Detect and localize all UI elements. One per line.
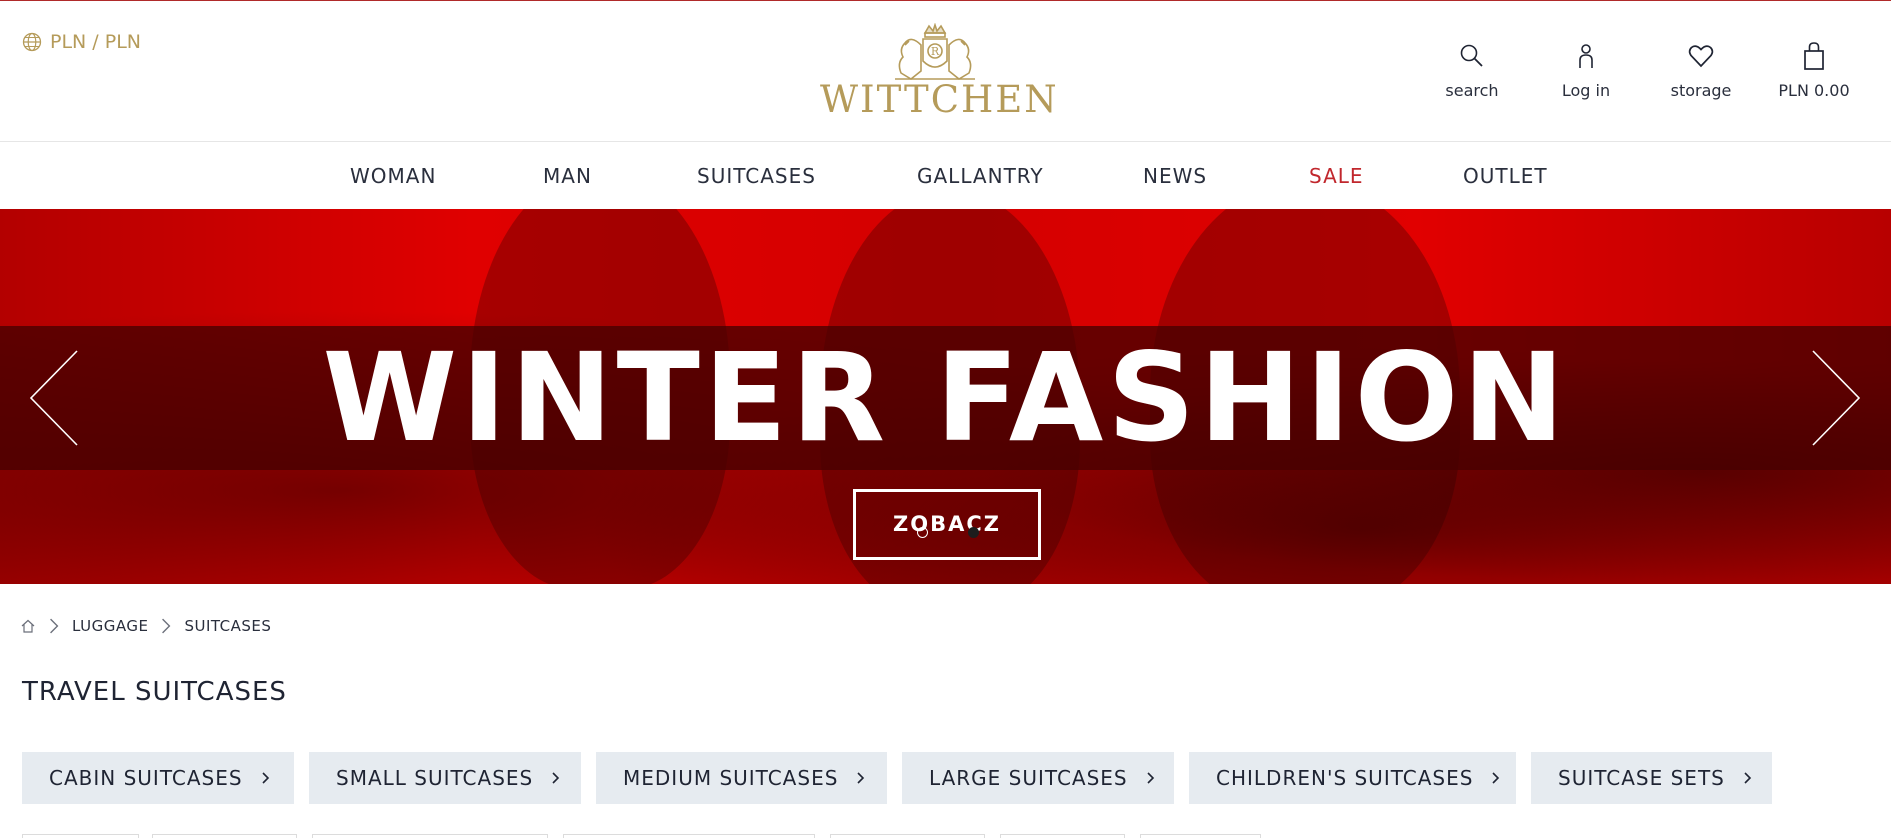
- login-button[interactable]: Log in: [1526, 37, 1646, 100]
- filter-chip[interactable]: [1000, 834, 1125, 838]
- user-icon: [1579, 44, 1593, 68]
- breadcrumb-luggage[interactable]: LUGGAGE: [72, 617, 148, 635]
- nav-item-woman[interactable]: WOMAN: [350, 164, 436, 188]
- hero-title: WINTER FASHION: [322, 327, 1569, 469]
- filter-chip[interactable]: [152, 834, 297, 838]
- category-chip-sets[interactable]: SUITCASE SETS: [1531, 752, 1772, 804]
- category-chip-label: CHILDREN'S SUITCASES: [1216, 766, 1474, 790]
- carousel-dot-active[interactable]: [968, 527, 979, 538]
- hero-cta-button[interactable]: ZOBACZ: [853, 489, 1041, 560]
- chevron-right-icon: [50, 618, 59, 634]
- category-chip-cabin[interactable]: CABIN SUITCASES: [22, 752, 294, 804]
- category-chip-label: CABIN SUITCASES: [49, 766, 243, 790]
- cart-total: PLN 0.00: [1778, 81, 1850, 100]
- category-chip-label: SMALL SUITCASES: [336, 766, 534, 790]
- chevron-right-icon: [1744, 772, 1751, 784]
- chevron-right-icon: [1812, 350, 1861, 446]
- login-label: Log in: [1561, 81, 1611, 100]
- search-label: search: [1445, 81, 1499, 100]
- chevron-right-icon: [1147, 772, 1154, 784]
- filter-chip[interactable]: [563, 834, 815, 838]
- chevron-right-icon: [1492, 772, 1500, 784]
- filter-chips-row-partial: [22, 834, 1891, 838]
- chevron-right-icon: [261, 772, 269, 784]
- storage-label: storage: [1670, 81, 1732, 100]
- category-chip-large[interactable]: LARGE SUITCASES: [902, 752, 1174, 804]
- header-tools: search Log in storage PLN 0.00: [0, 37, 1891, 117]
- hero-banner: WINTER FASHION ZOBACZ: [0, 209, 1891, 584]
- search-button[interactable]: search: [1412, 37, 1532, 100]
- site-header: PLN / PLN R WITTCHEN search Log in stora…: [0, 1, 1891, 141]
- cart-button[interactable]: PLN 0.00: [1754, 37, 1874, 100]
- category-chip-children[interactable]: CHILDREN'S SUITCASES: [1189, 752, 1516, 804]
- nav-item-news[interactable]: NEWS: [1143, 164, 1207, 188]
- nav-item-gallantry[interactable]: GALLANTRY: [917, 164, 1044, 188]
- category-chip-label: MEDIUM SUITCASES: [623, 766, 839, 790]
- search-icon: [1460, 44, 1483, 67]
- nav-item-outlet[interactable]: OUTLET: [1463, 164, 1548, 188]
- chevron-right-icon: [857, 772, 865, 784]
- filter-chip[interactable]: [1140, 834, 1261, 838]
- main-navigation: WOMAN MAN SUITCASES GALLANTRY NEWS SALE …: [0, 141, 1891, 209]
- heart-icon: [1688, 45, 1714, 68]
- category-chip-label: SUITCASE SETS: [1558, 766, 1725, 790]
- home-icon[interactable]: [20, 618, 36, 634]
- nav-item-man[interactable]: MAN: [543, 164, 592, 188]
- category-chip-medium[interactable]: MEDIUM SUITCASES: [596, 752, 887, 804]
- page-title: TRAVEL SUITCASES: [22, 677, 287, 707]
- category-chip-label: LARGE SUITCASES: [929, 766, 1128, 790]
- carousel-dots: [917, 527, 979, 538]
- breadcrumb: LUGGAGE SUITCASES: [20, 617, 271, 635]
- breadcrumb-suitcases[interactable]: SUITCASES: [184, 617, 271, 635]
- filter-chip[interactable]: [312, 834, 548, 838]
- chevron-right-icon: [162, 618, 171, 634]
- chevron-right-icon: [552, 772, 560, 784]
- filter-chip[interactable]: [830, 834, 985, 838]
- nav-item-suitcases[interactable]: SUITCASES: [697, 164, 816, 188]
- bag-icon: [1804, 42, 1824, 70]
- carousel-next-button[interactable]: [1811, 349, 1861, 447]
- filter-chip[interactable]: [22, 834, 139, 838]
- carousel-prev-button[interactable]: [29, 349, 79, 447]
- storage-button[interactable]: storage: [1641, 37, 1761, 100]
- nav-item-sale[interactable]: SALE: [1309, 164, 1364, 188]
- chevron-left-icon: [29, 350, 78, 446]
- category-chip-small[interactable]: SMALL SUITCASES: [309, 752, 581, 804]
- carousel-dot[interactable]: [917, 527, 928, 538]
